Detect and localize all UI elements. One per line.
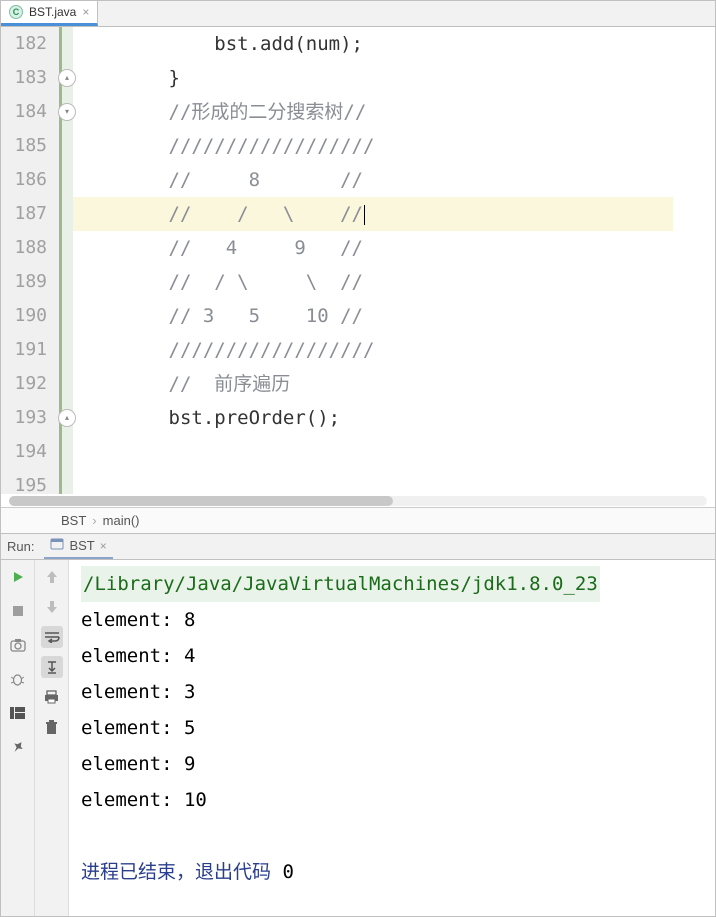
code-editor[interactable]: 1821831841851861871881891901911921931941… xyxy=(1,27,715,494)
breadcrumb-class[interactable]: BST xyxy=(61,513,86,528)
run-config-tab[interactable]: BST × xyxy=(44,534,112,559)
console-output[interactable]: /Library/Java/JavaVirtualMachines/jdk1.8… xyxy=(69,560,715,916)
run-actions-toolbar xyxy=(1,560,35,916)
fold-gutter: ▴ ▾ ▴ xyxy=(59,27,73,494)
fold-collapse-up-icon[interactable]: ▴ xyxy=(58,69,76,87)
console-actions-toolbar xyxy=(35,560,69,916)
svg-text:C: C xyxy=(13,7,20,17)
layout-icon[interactable] xyxy=(7,702,29,724)
scrollbar-thumb[interactable] xyxy=(9,496,393,506)
fold-expand-down-icon[interactable]: ▾ xyxy=(58,103,76,121)
trash-icon[interactable] xyxy=(41,716,63,738)
editor-tab-bar: C BST.java × xyxy=(1,1,715,27)
pin-icon[interactable] xyxy=(7,736,29,758)
file-tab-bst[interactable]: C BST.java × xyxy=(1,1,98,26)
stop-icon[interactable] xyxy=(7,600,29,622)
console: /Library/Java/JavaVirtualMachines/jdk1.8… xyxy=(1,560,715,916)
close-icon[interactable]: × xyxy=(82,5,89,19)
close-icon[interactable]: × xyxy=(100,539,107,553)
breadcrumb: BST › main() xyxy=(1,508,715,534)
up-arrow-icon[interactable] xyxy=(41,566,63,588)
java-class-icon: C xyxy=(9,5,23,19)
bug-icon[interactable] xyxy=(7,668,29,690)
run-config-name: BST xyxy=(69,538,94,553)
fold-collapse-up-icon[interactable]: ▴ xyxy=(58,409,76,427)
code-content[interactable]: bst.add(num); } //形成的二分搜索树// ///////////… xyxy=(73,27,673,494)
run-label: Run: xyxy=(7,539,34,554)
line-number-gutter: 1821831841851861871881891901911921931941… xyxy=(1,27,59,494)
run-toolwindow-header: Run: BST × xyxy=(1,534,715,560)
run-config-icon xyxy=(50,537,64,554)
soft-wrap-icon[interactable] xyxy=(41,626,63,648)
scrollbar-track[interactable] xyxy=(9,496,707,506)
camera-icon[interactable] xyxy=(7,634,29,656)
run-icon[interactable] xyxy=(7,566,29,588)
file-tab-label: BST.java xyxy=(29,5,76,19)
breadcrumb-method[interactable]: main() xyxy=(103,513,140,528)
editor-horizontal-scrollbar[interactable] xyxy=(1,494,715,508)
print-icon[interactable] xyxy=(41,686,63,708)
down-arrow-icon[interactable] xyxy=(41,596,63,618)
chevron-right-icon: › xyxy=(92,513,96,528)
scroll-to-end-icon[interactable] xyxy=(41,656,63,678)
